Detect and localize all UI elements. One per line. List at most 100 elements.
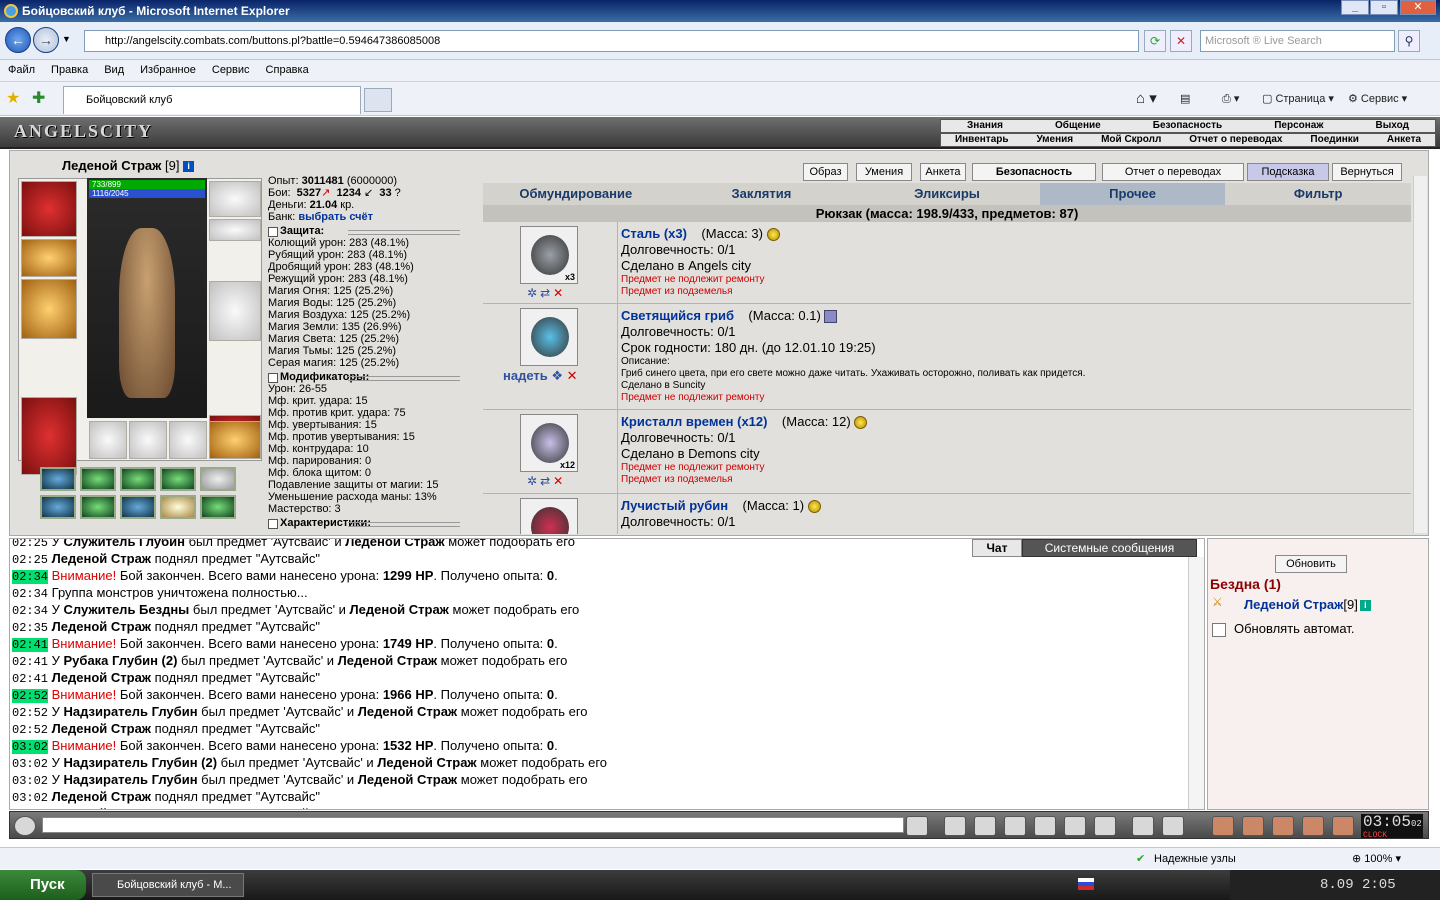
top-menu-item[interactable]: Выход	[1372, 120, 1413, 132]
chat-timestamp[interactable]: 02:34	[12, 570, 49, 584]
defense-section-header[interactable]: Защита:	[268, 225, 480, 237]
effect-icon[interactable]	[40, 495, 76, 519]
send-icon[interactable]	[906, 816, 928, 836]
chat-timestamp[interactable]: 02:52	[12, 689, 49, 703]
chat-input[interactable]	[42, 817, 904, 833]
chat-nick[interactable]: Рубака Глубин (2)	[64, 653, 178, 668]
top-menu-item[interactable]: Безопасность	[1149, 120, 1226, 132]
smile-menu-icon[interactable]	[14, 816, 36, 836]
translit-icon[interactable]	[1064, 816, 1086, 836]
chat-nick[interactable]: 0	[547, 738, 554, 753]
fight-icon[interactable]	[1034, 816, 1056, 836]
chat-timestamp[interactable]: 03:02	[12, 808, 48, 809]
split-icon[interactable]: ✲	[527, 474, 540, 488]
top-menu-item[interactable]: Умения	[1032, 134, 1077, 146]
inventory-tab[interactable]: Заклятия	[669, 183, 855, 205]
search-icon[interactable]: ⚲	[1398, 30, 1420, 52]
chat-nick[interactable]: Леденой Страж	[52, 619, 151, 634]
chat-timestamp[interactable]: 02:41	[12, 655, 48, 669]
button-5[interactable]: Подсказка	[1247, 163, 1329, 181]
top-menu-item[interactable]: Персонаж	[1270, 120, 1327, 132]
chat-nick[interactable]: 1532 HP	[383, 738, 434, 753]
chat-timestamp[interactable]: 03:02	[12, 757, 48, 771]
effect-icon[interactable]	[120, 467, 156, 491]
chat-timestamp[interactable]: 03:02	[12, 740, 49, 754]
language-flag-icon[interactable]	[1078, 878, 1094, 890]
shield-slot[interactable]	[209, 281, 261, 341]
chat-timestamp[interactable]: 02:34	[12, 587, 48, 601]
chat-nick[interactable]: 0	[547, 636, 554, 651]
button-2[interactable]: Анкета	[920, 163, 966, 181]
boots-slot[interactable]	[209, 421, 261, 459]
player-entry[interactable]: Леденой Страж[9] i	[1244, 597, 1371, 612]
top-menu-item[interactable]: Знания	[963, 120, 1007, 132]
feeds-icon[interactable]: ▤	[1180, 90, 1190, 108]
equip-link[interactable]: надеть	[503, 368, 548, 383]
menu-help[interactable]: Справка	[258, 60, 317, 80]
chat-timestamp[interactable]: 03:02	[12, 791, 48, 805]
chat-nick[interactable]: 1299 HP	[383, 568, 434, 583]
item-thumbnail[interactable]: x3	[520, 226, 578, 284]
chat-timestamp[interactable]: 02:34	[12, 604, 48, 618]
tab-fight-club[interactable]: Бойцовский клуб	[63, 86, 361, 114]
log-icon[interactable]	[1004, 816, 1026, 836]
back-button[interactable]: ←	[5, 27, 31, 53]
button-4[interactable]: Отчет о переводах	[1102, 163, 1244, 181]
transfer-icon[interactable]: ⇄	[540, 286, 553, 300]
gift-icon[interactable]: ❖	[548, 368, 567, 383]
top-menu-item[interactable]: Общение	[1051, 120, 1105, 132]
chat-timestamp[interactable]: 02:52	[12, 706, 48, 720]
print-icon[interactable]: ⎙ ▾	[1222, 90, 1239, 108]
smiles-icon[interactable]	[1132, 816, 1154, 836]
item-name[interactable]: Светящийся гриб	[621, 308, 734, 323]
chat-nick[interactable]: Леденой Страж	[52, 670, 151, 685]
tab-chat[interactable]: Чат	[972, 539, 1022, 557]
inventory-scrollbar[interactable]	[1413, 176, 1427, 533]
characteristics-section-header[interactable]: Характеристики:	[268, 517, 480, 529]
chat-nick[interactable]: Леденой Страж	[377, 755, 476, 770]
button-1[interactable]: Умения	[856, 163, 912, 181]
armor-slot[interactable]	[21, 397, 77, 475]
chat-nick[interactable]: Леденой Страж	[52, 789, 151, 804]
maximize-button[interactable]: ▫	[1370, 0, 1398, 15]
bracers-slot[interactable]	[21, 239, 77, 277]
ring-slot-3[interactable]	[169, 421, 207, 459]
history-dropdown-icon[interactable]: ▼	[62, 34, 71, 44]
add-favorite-icon[interactable]: ✚	[32, 88, 45, 108]
tools-menu[interactable]: ⚙ Сервис ▾	[1348, 90, 1407, 108]
item-name[interactable]: Кристалл времен (x12)	[621, 414, 767, 429]
chat-nick[interactable]: Служитель Бездны	[64, 602, 190, 617]
refresh-button[interactable]: Обновить	[1275, 555, 1347, 573]
chat-nick[interactable]: Леденой Страж	[358, 772, 457, 787]
button-6[interactable]: Вернуться	[1332, 163, 1402, 181]
effect-icon[interactable]	[80, 495, 116, 519]
checkbox-icon[interactable]	[1212, 622, 1226, 637]
earrings-slot[interactable]	[209, 181, 261, 217]
refresh-icon[interactable]: ⟳	[1144, 30, 1166, 52]
menu-file[interactable]: Файл	[0, 60, 43, 80]
chat-nick[interactable]: 1749 HP	[383, 636, 434, 651]
amulet-slot[interactable]	[209, 219, 261, 241]
chat-nick[interactable]: 0	[547, 568, 554, 583]
effect-icon[interactable]	[120, 495, 156, 519]
quests-icon[interactable]	[1272, 816, 1294, 836]
modifiers-section-header[interactable]: Модификаторы:	[268, 371, 480, 383]
home-icon[interactable]: ⌂ ▾	[1136, 90, 1157, 108]
chat-timestamp[interactable]: 02:25	[12, 539, 48, 550]
chat-nick[interactable]: Надзиратель Глубин	[64, 704, 198, 719]
stop-icon[interactable]: ✕	[1170, 30, 1192, 52]
taskbar-item-ie[interactable]: Бойцовский клуб - М...	[92, 873, 244, 897]
clear-icon[interactable]	[944, 816, 966, 836]
minimize-button[interactable]: _	[1341, 0, 1369, 15]
button-0[interactable]: Образ	[803, 163, 848, 181]
info-icon[interactable]: i	[183, 161, 195, 173]
chat-timestamp[interactable]: 02:41	[12, 672, 48, 686]
effect-icon[interactable]	[160, 495, 196, 519]
map-icon[interactable]	[1242, 816, 1264, 836]
menu-view[interactable]: Вид	[96, 60, 132, 80]
inventory-icon[interactable]	[1212, 816, 1234, 836]
delete-icon[interactable]: ✕	[553, 286, 566, 300]
delete-icon[interactable]: ✕	[567, 368, 578, 383]
chat-timestamp[interactable]: 03:02	[12, 774, 48, 788]
chat-mode-icon[interactable]	[1162, 816, 1184, 836]
